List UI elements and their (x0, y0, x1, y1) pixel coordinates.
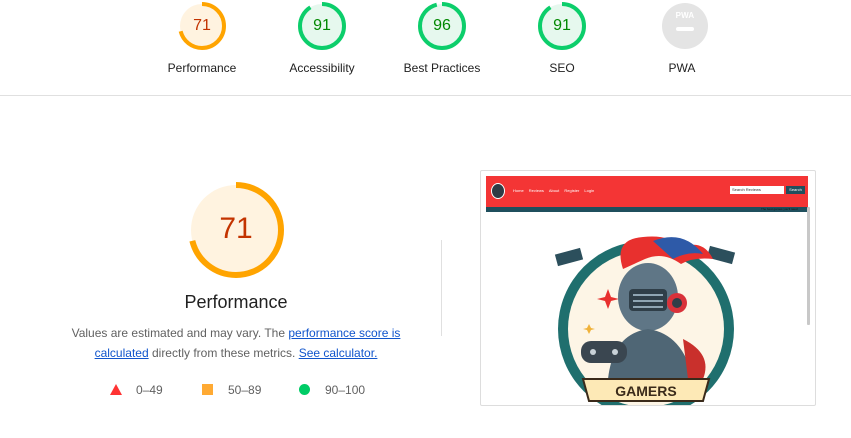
knight-gamer-logo-image: GAMERS (554, 236, 736, 405)
triangle-icon (110, 384, 122, 395)
site-tagline: The best games you'll need (761, 207, 798, 211)
gauge-label: Accessibility (289, 61, 355, 75)
gauge-label: SEO (549, 61, 575, 75)
gauge-label: Best Practices (403, 61, 481, 75)
score-summary-strip: 71 Performance 91 Accessibility 96 Best … (0, 0, 851, 96)
site-nav-links: Home Reviews About Register Login (513, 188, 598, 193)
legend-range: 50–89 (228, 383, 262, 397)
site-nav-link: Register (564, 188, 580, 193)
legend-range: 0–49 (136, 383, 163, 397)
pwa-badge-text: PWA (675, 11, 695, 20)
performance-title: Performance (184, 292, 288, 312)
site-search-button: Search (786, 186, 805, 194)
gauge-label: Performance (167, 61, 237, 75)
description-text: directly from these metrics. (148, 346, 299, 360)
gauge-score: 71 (193, 17, 211, 34)
gauge-label: PWA (668, 61, 696, 75)
logo-banner-text: GAMERS (615, 383, 676, 399)
site-nav-link: About (548, 188, 560, 193)
pwa-badge-icon: PWA (662, 3, 708, 49)
see-calculator-link[interactable]: See calculator. (299, 346, 378, 360)
performance-description: Values are estimated and may vary. The p… (60, 323, 412, 363)
site-navbar-strip (486, 207, 808, 212)
legend-range: 90–100 (325, 383, 366, 397)
gauge-score: 96 (433, 17, 451, 34)
site-search-input: Search Reviews (730, 186, 784, 194)
circle-icon (299, 384, 310, 395)
performance-score: 71 (219, 212, 253, 245)
square-icon (202, 384, 213, 395)
site-nav-link: Login (584, 188, 595, 193)
site-nav-link: Home (513, 188, 524, 193)
site-logo-icon (491, 183, 505, 199)
gauge-score: 91 (313, 17, 331, 34)
section-divider (441, 240, 442, 336)
thumbnail-scrollbar (807, 207, 810, 325)
final-screenshot-thumbnail[interactable]: Home Reviews About Register Login Search… (480, 170, 816, 406)
pwa-dash-icon (676, 27, 694, 31)
gauge-score: 91 (553, 17, 571, 34)
site-nav-link: Reviews (528, 188, 544, 193)
description-text: Values are estimated and may vary. The (71, 326, 289, 340)
